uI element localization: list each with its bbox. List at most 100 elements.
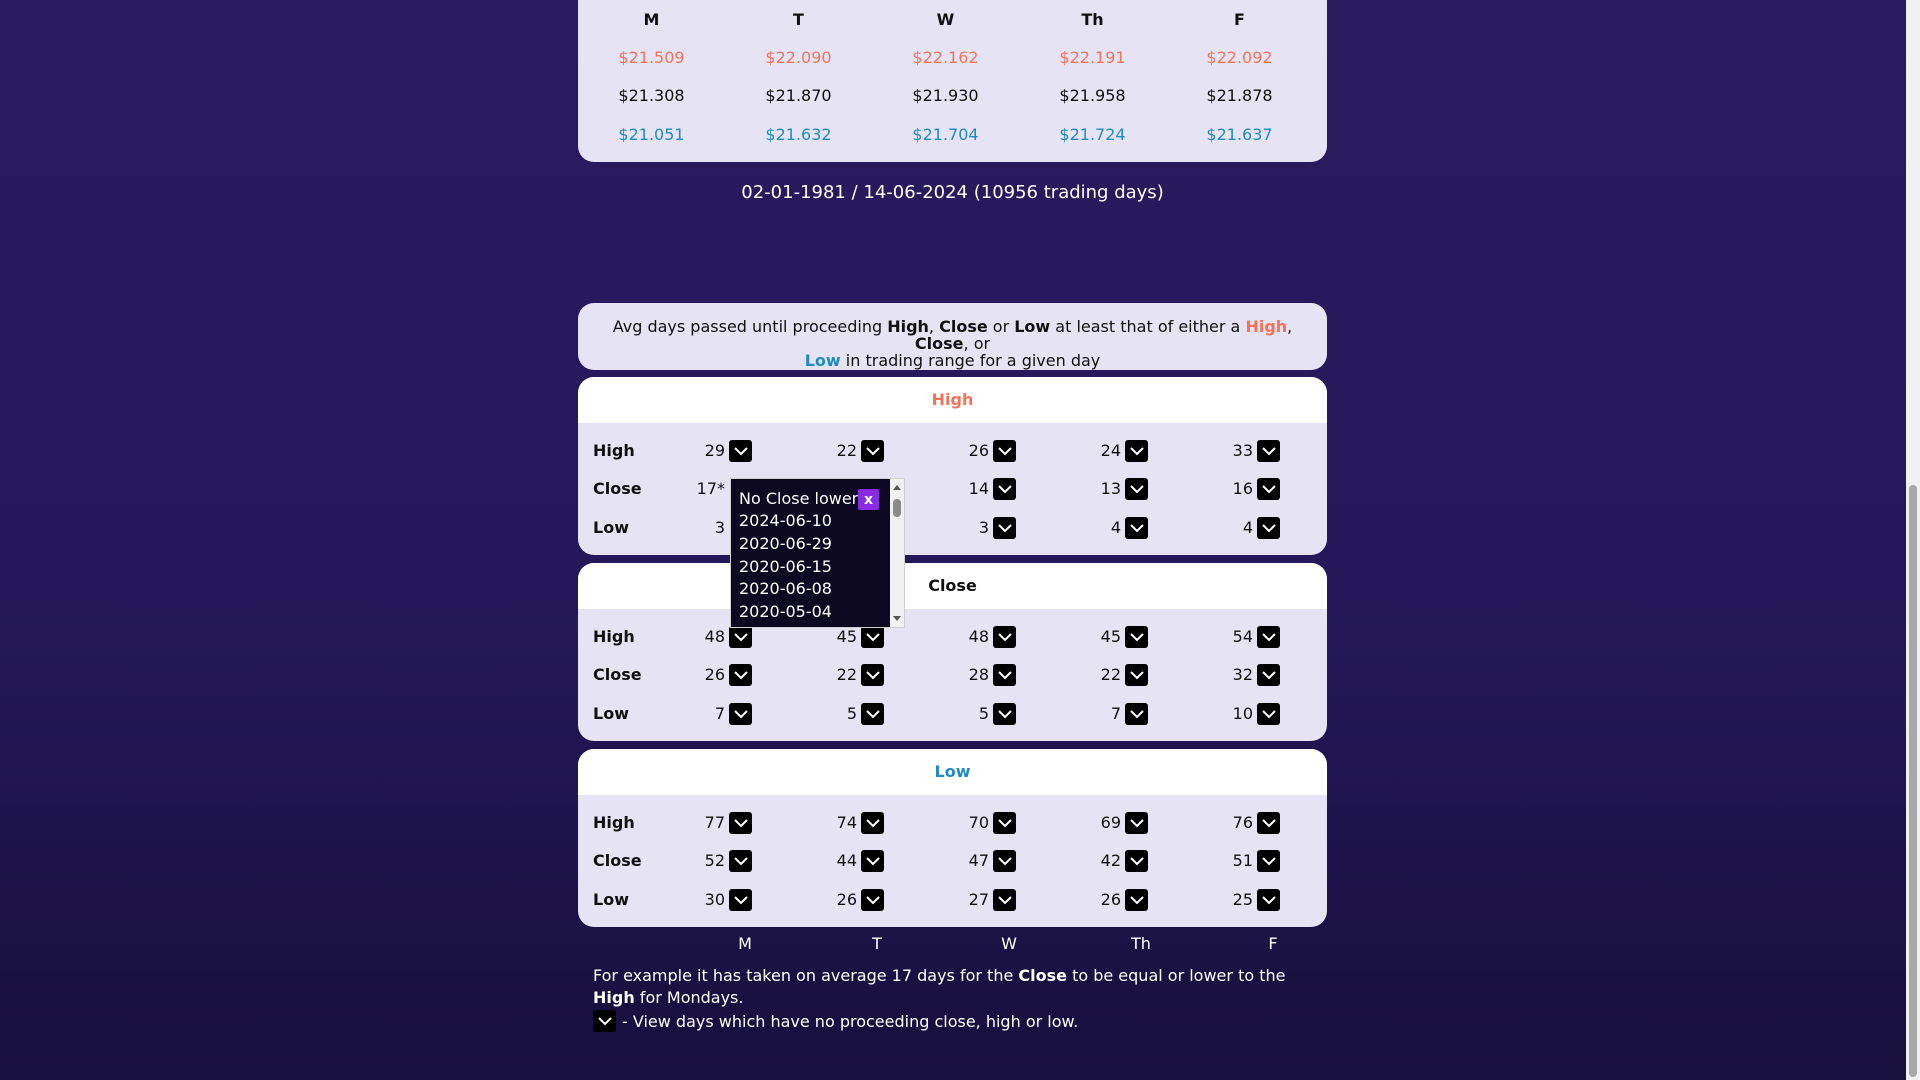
footnote-text: For example it has taken on average 17 d…	[593, 966, 1019, 985]
popup-close-button[interactable]: x	[858, 489, 879, 510]
scroll-down-arrow-icon[interactable]	[893, 616, 901, 621]
close-price: $21.958	[1059, 86, 1126, 105]
avg-days-value: 29	[704, 441, 725, 460]
dropdown-button[interactable]	[1257, 664, 1280, 686]
dropdown-button[interactable]	[729, 889, 752, 911]
avg-days-value: 25	[1232, 890, 1253, 909]
popup-date-item: 2020-06-08	[739, 579, 832, 598]
dropdown-button[interactable]	[1257, 850, 1280, 872]
dropdown-button[interactable]	[993, 517, 1016, 539]
dropdown-button[interactable]	[1125, 812, 1148, 834]
dropdown-button[interactable]	[1125, 478, 1148, 500]
avg-days-value: 4	[1110, 518, 1121, 537]
page-scrollbar-thumb[interactable]	[1909, 485, 1917, 1077]
dropdown-button[interactable]	[861, 703, 884, 725]
dropdown-button[interactable]	[729, 626, 752, 648]
info-text: at least that of either a	[1050, 317, 1246, 336]
avg-days-value: 13	[1100, 479, 1121, 498]
dropdown-button[interactable]	[993, 440, 1016, 462]
row-label: Low	[593, 890, 629, 909]
dropdown-button[interactable]	[1125, 664, 1148, 686]
dropdown-button[interactable]	[1257, 478, 1280, 500]
chevron-down-icon	[733, 446, 748, 455]
dropdown-button[interactable]	[1257, 626, 1280, 648]
avg-days-value: 42	[1100, 851, 1121, 870]
dropdown-button[interactable]	[993, 703, 1016, 725]
explanation-card: Avg days passed until proceeding High, C…	[578, 303, 1327, 370]
popup-scrollbar-thumb[interactable]	[893, 499, 901, 517]
dropdown-button[interactable]	[993, 850, 1016, 872]
chevron-down-icon	[1261, 523, 1276, 532]
dropdown-button[interactable]	[861, 626, 884, 648]
avg-days-value: 10	[1232, 704, 1253, 723]
dropdown-button[interactable]	[1257, 889, 1280, 911]
dropdown-button[interactable]	[993, 478, 1016, 500]
no-close-lower-popup[interactable]: No Close lower x 2024-06-10 2020-06-29 2…	[730, 478, 905, 628]
dropdown-button[interactable]	[861, 664, 884, 686]
avg-days-value: 22	[836, 665, 857, 684]
footnote-close: Close	[1018, 966, 1067, 985]
dropdown-button[interactable]	[1257, 517, 1280, 539]
dropdown-button[interactable]	[729, 664, 752, 686]
chevron-down-icon	[1261, 818, 1276, 827]
chevron-down-icon	[733, 856, 748, 865]
dropdown-button[interactable]	[1125, 703, 1148, 725]
dropdown-button[interactable]	[729, 812, 752, 834]
popup-scrollbar[interactable]	[890, 479, 904, 627]
dropdown-button[interactable]	[1125, 626, 1148, 648]
avg-days-value: 45	[1100, 627, 1121, 646]
avg-days-value: 26	[1100, 890, 1121, 909]
day-header: M	[643, 10, 660, 29]
section-high: High High 29 22 26 24 33 Close 17* 14 13…	[578, 377, 1327, 555]
chevron-down-icon	[997, 818, 1012, 827]
dropdown-button[interactable]	[729, 440, 752, 462]
avg-days-value: 7	[1110, 704, 1121, 723]
dropdown-button[interactable]	[1257, 812, 1280, 834]
chevron-down-icon	[1129, 523, 1144, 532]
dropdown-button[interactable]	[993, 812, 1016, 834]
avg-days-value: 22	[836, 441, 857, 460]
avg-days-value: 22	[1100, 665, 1121, 684]
chevron-down-icon	[865, 709, 880, 718]
avg-days-value: 26	[968, 441, 989, 460]
high-price-row: $21.509 $22.090 $22.162 $22.191 $22.092	[578, 48, 1327, 72]
chevron-down-icon	[997, 895, 1012, 904]
dropdown-button[interactable]	[993, 626, 1016, 648]
dropdown-button[interactable]	[993, 889, 1016, 911]
day-header-row: M T W Th F	[578, 10, 1327, 34]
high-price: $22.162	[912, 48, 979, 67]
dropdown-button[interactable]	[1257, 703, 1280, 725]
scroll-up-arrow-icon[interactable]	[893, 485, 901, 490]
dropdown-button[interactable]	[1125, 440, 1148, 462]
avg-days-value: 33	[1232, 441, 1253, 460]
high-price: $22.092	[1206, 48, 1273, 67]
page-scrollbar[interactable]	[1906, 0, 1920, 1080]
avg-days-value: 17*	[696, 479, 725, 498]
info-text: in trading range for a given day	[840, 351, 1101, 370]
avg-days-value: 69	[1100, 813, 1121, 832]
dropdown-button[interactable]	[1125, 517, 1148, 539]
dropdown-button[interactable]	[729, 850, 752, 872]
dropdown-button[interactable]	[861, 440, 884, 462]
dropdown-button[interactable]	[993, 664, 1016, 686]
chevron-down-icon	[997, 709, 1012, 718]
row-label: Close	[593, 851, 642, 870]
day-axis: M T W Th F	[578, 934, 1327, 954]
dropdown-button[interactable]	[861, 812, 884, 834]
dropdown-button[interactable]	[729, 703, 752, 725]
chevron-down-icon	[1261, 484, 1276, 493]
high-price: $21.509	[618, 48, 685, 67]
dropdown-button[interactable]	[1125, 889, 1148, 911]
avg-days-value: 70	[968, 813, 989, 832]
dropdown-button[interactable]	[1257, 440, 1280, 462]
low-price: $21.704	[912, 125, 979, 144]
dropdown-button[interactable]	[861, 850, 884, 872]
section-title: Close	[578, 563, 1327, 609]
dropdown-button[interactable]	[861, 889, 884, 911]
avg-days-value: 4	[1242, 518, 1253, 537]
info-high-colored: High	[1245, 317, 1288, 336]
row-label: Low	[593, 518, 629, 537]
info-low: Low	[1014, 317, 1051, 336]
info-text: Avg days passed until proceeding	[612, 317, 888, 336]
dropdown-button[interactable]	[1125, 850, 1148, 872]
